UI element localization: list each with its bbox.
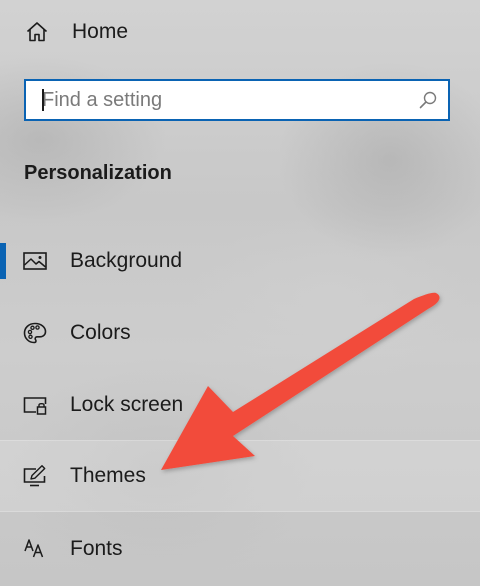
nav-item-fonts[interactable]: Fonts bbox=[0, 513, 480, 585]
nav-item-themes[interactable]: Themes bbox=[0, 440, 480, 512]
home-icon bbox=[25, 20, 49, 44]
nav-item-lock-screen[interactable]: Lock screen bbox=[0, 369, 480, 441]
text-caret bbox=[42, 89, 44, 111]
nav-item-background[interactable]: Background bbox=[0, 225, 480, 297]
nav-item-label: Themes bbox=[70, 464, 146, 487]
search-input[interactable] bbox=[26, 81, 410, 119]
picture-icon bbox=[22, 249, 48, 273]
palette-icon bbox=[22, 321, 48, 345]
home-label: Home bbox=[72, 20, 129, 43]
themes-icon bbox=[22, 464, 48, 488]
home-nav-item[interactable]: Home bbox=[0, 0, 480, 64]
nav-item-label: Fonts bbox=[70, 537, 123, 560]
search-box[interactable] bbox=[24, 79, 450, 121]
section-title: Personalization bbox=[24, 162, 172, 184]
nav-item-colors[interactable]: Colors bbox=[0, 297, 480, 369]
fonts-icon bbox=[22, 537, 48, 561]
nav-item-label: Colors bbox=[70, 321, 131, 344]
search-icon[interactable] bbox=[418, 90, 438, 110]
nav-item-label: Lock screen bbox=[70, 393, 184, 416]
lock-screen-icon bbox=[22, 393, 48, 417]
nav-item-label: Background bbox=[70, 249, 183, 272]
